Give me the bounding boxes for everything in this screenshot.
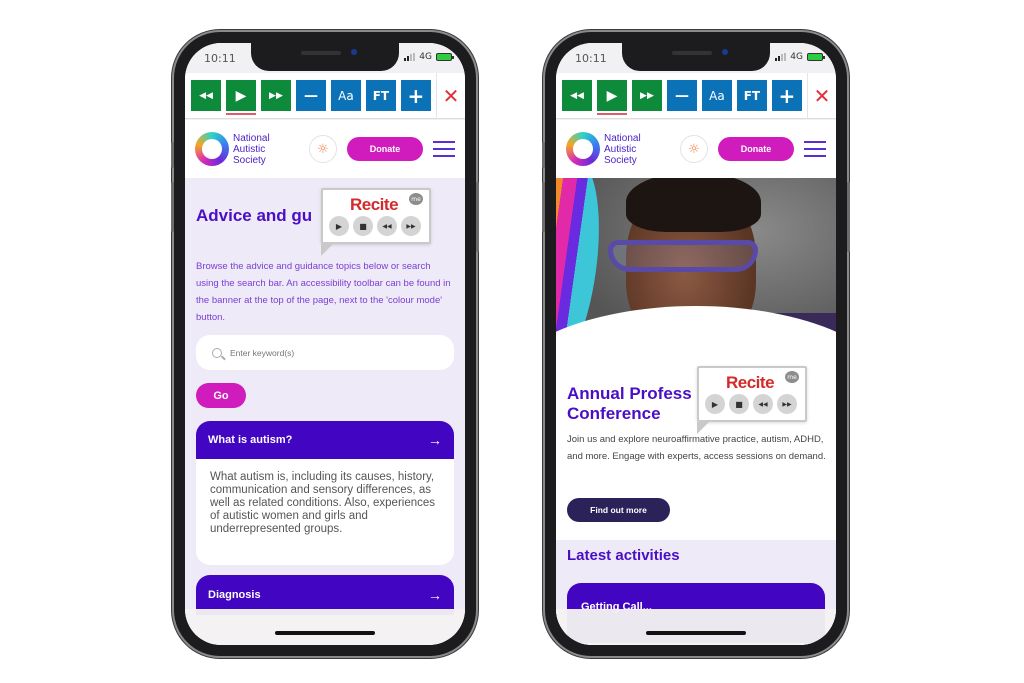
play-button[interactable]: ▶ — [596, 80, 627, 115]
logo-ring-icon — [566, 132, 600, 166]
rewind-button[interactable]: ◀◀ — [562, 80, 592, 111]
close-toolbar-button[interactable]: ✕ — [435, 72, 465, 119]
logo-line: Society — [604, 154, 637, 166]
status-time: 10:11 — [575, 52, 607, 65]
screen: 10:11 4G ◀◀ ▶ ▶▶ — Aa FT + ✕ National Au… — [185, 43, 465, 645]
network-label: 4G — [790, 52, 803, 62]
accessibility-toolbar: ◀◀ ▶ ▶▶ — Aa FT + ✕ — [185, 72, 465, 119]
hero-image — [556, 178, 836, 356]
home-indicator-area — [556, 609, 836, 645]
recite-logo: Recite — [726, 373, 775, 392]
conference-title: Annual Profess Conference — [567, 384, 692, 424]
logo-line: National — [604, 132, 641, 144]
logo-line: Autistic — [233, 143, 266, 155]
recite-forward-button[interactable]: ▶▶ — [777, 394, 797, 414]
sun-icon: ☼ — [688, 141, 700, 157]
card-what-is-autism[interactable]: What is autism? → — [196, 421, 454, 459]
volume-button — [171, 182, 174, 232]
glasses-graphic — [608, 240, 758, 272]
logo-line: Autistic — [604, 143, 637, 155]
power-button — [476, 182, 479, 252]
logo-line: National — [233, 132, 270, 144]
search-input[interactable] — [230, 347, 420, 358]
increase-text-button[interactable]: + — [400, 80, 431, 111]
colour-mode-button[interactable]: ☼ — [680, 135, 708, 163]
logo-line: Society — [233, 154, 266, 166]
decrease-text-button[interactable]: — — [295, 80, 326, 111]
volume-button — [542, 182, 545, 232]
recite-forward-button[interactable]: ▶▶ — [401, 216, 421, 236]
search-field[interactable] — [196, 335, 454, 370]
font-type-button[interactable]: FT — [365, 80, 396, 111]
menu-icon[interactable] — [804, 141, 826, 157]
recite-stop-button[interactable]: ■ — [353, 216, 373, 236]
nas-logo[interactable]: National Autistic Society — [566, 132, 641, 166]
recite-popup: Recite me ▶ ■ ◀◀ ▶▶ — [697, 366, 807, 434]
notch — [251, 43, 399, 71]
donate-button[interactable]: Donate — [718, 137, 794, 161]
status-time: 10:11 — [204, 52, 236, 65]
power-button — [847, 182, 850, 252]
home-indicator[interactable] — [275, 631, 375, 635]
font-settings-button[interactable]: Aa — [701, 80, 732, 111]
recite-stop-button[interactable]: ■ — [729, 394, 749, 414]
recite-rewind-button[interactable]: ◀◀ — [377, 216, 397, 236]
decrease-text-button[interactable]: — — [666, 80, 697, 111]
signal-icon — [404, 53, 416, 61]
logo-ring-icon — [195, 132, 229, 166]
recite-play-button[interactable]: ▶ — [705, 394, 725, 414]
fast-forward-button[interactable]: ▶▶ — [260, 80, 291, 111]
card-title: Diagnosis — [208, 589, 261, 601]
notch — [622, 43, 770, 71]
home-indicator[interactable] — [646, 631, 746, 635]
colour-mode-button[interactable]: ☼ — [309, 135, 337, 163]
recite-popup: Recite me ▶ ■ ◀◀ ▶▶ — [321, 188, 431, 256]
increase-text-button[interactable]: + — [771, 80, 802, 111]
find-out-more-button[interactable]: Find out more — [567, 498, 670, 522]
conference-description: Join us and explore neuroaffirmative pra… — [567, 434, 826, 462]
close-toolbar-button[interactable]: ✕ — [806, 72, 836, 119]
menu-icon[interactable] — [433, 141, 455, 157]
recite-me-badge: me — [785, 371, 799, 383]
recite-play-button[interactable]: ▶ — [329, 216, 349, 236]
network-label: 4G — [419, 52, 432, 62]
title-line: Conference — [567, 404, 661, 423]
site-header: National Autistic Society ☼ Donate — [556, 120, 836, 178]
arrow-right-icon: → — [428, 587, 442, 603]
battery-icon — [436, 53, 454, 61]
advice-page: Advice and gu Recite me ▶ ■ ◀◀ ▶▶ Browse… — [185, 178, 465, 645]
battery-icon — [807, 53, 825, 61]
search-icon — [212, 347, 222, 358]
phone-right: 10:11 4G ◀◀ ▶ ▶▶ — Aa FT + ✕ National Au… — [542, 32, 850, 656]
title-line: Annual Profess — [567, 384, 692, 403]
site-header: National Autistic Society ☼ Donate — [185, 120, 465, 178]
accessibility-toolbar: ◀◀ ▶ ▶▶ — Aa FT + ✕ — [556, 72, 836, 119]
volume-button — [171, 142, 174, 168]
page-title: Advice and gu — [196, 206, 313, 225]
nas-logo[interactable]: National Autistic Society — [195, 132, 270, 166]
card-description: What autism is, including its causes, hi… — [196, 459, 454, 565]
intro-text: Browse the advice and guidance topics be… — [196, 261, 451, 323]
font-settings-button[interactable]: Aa — [330, 80, 361, 111]
rewind-button[interactable]: ◀◀ — [191, 80, 221, 111]
section-title: Latest activities — [567, 547, 680, 564]
card-title: What is autism? — [208, 434, 293, 446]
screen: 10:11 4G ◀◀ ▶ ▶▶ — Aa FT + ✕ National Au… — [556, 43, 836, 645]
home-indicator-area — [185, 609, 465, 645]
play-button[interactable]: ▶ — [225, 80, 256, 115]
conference-page: Annual Profess Conference Join us and ex… — [556, 178, 836, 645]
recite-rewind-button[interactable]: ◀◀ — [753, 394, 773, 414]
phone-left: 10:11 4G ◀◀ ▶ ▶▶ — Aa FT + ✕ National Au… — [171, 32, 479, 656]
fast-forward-button[interactable]: ▶▶ — [631, 80, 662, 111]
recite-me-badge: me — [409, 193, 423, 205]
donate-button[interactable]: Donate — [347, 137, 423, 161]
go-button[interactable]: Go — [196, 383, 246, 408]
font-type-button[interactable]: FT — [736, 80, 767, 111]
volume-button — [542, 142, 545, 168]
signal-icon — [775, 53, 787, 61]
arrow-right-icon: → — [428, 432, 442, 448]
recite-logo: Recite — [350, 195, 399, 214]
sun-icon: ☼ — [317, 141, 329, 157]
